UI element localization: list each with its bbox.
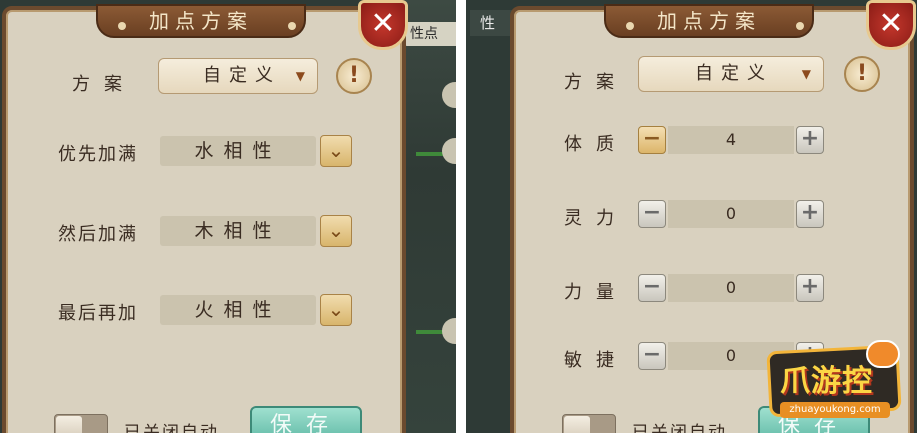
- auto-label: 已关闭自动: [124, 423, 219, 433]
- ornament-dot: [626, 22, 634, 30]
- close-button[interactable]: ✕: [358, 0, 408, 50]
- stat-value: 0: [668, 274, 794, 302]
- triangle-down-icon: ▼: [295, 69, 305, 83]
- stat-label: 敏捷: [564, 350, 628, 371]
- triangle-down-icon: ▼: [801, 67, 811, 81]
- stat-label: 灵力: [564, 208, 628, 229]
- minus-button[interactable]: −: [638, 126, 666, 154]
- exclamation-icon: !: [856, 61, 868, 86]
- dialog-title: 加点方案: [657, 9, 761, 33]
- watermark-logo: 爪游控 zhuayoukong.com: [758, 340, 908, 428]
- background-tab: 性: [470, 10, 514, 36]
- scheme-value: 自定义: [203, 65, 281, 86]
- scheme-value: 自定义: [695, 63, 773, 84]
- toggle-knob: [564, 416, 590, 433]
- scheme-label: 方案: [72, 74, 136, 95]
- toggle-knob: [56, 416, 82, 433]
- dialog-title-bar: 加点方案: [96, 4, 306, 38]
- stat-value: 0: [668, 200, 794, 228]
- logo-domain: zhuayoukong.com: [780, 402, 890, 418]
- close-icon: ✕: [878, 6, 904, 41]
- logo-text: 爪游控: [780, 364, 873, 399]
- auto-toggle[interactable]: [54, 414, 108, 433]
- info-button[interactable]: !: [336, 58, 372, 94]
- stat-value: 4: [668, 126, 794, 154]
- plus-button[interactable]: +: [796, 200, 824, 228]
- close-icon: ✕: [370, 6, 396, 41]
- left-screenshot: 性点 加点方案 ✕ 方案 自定义 ▼ ! 优先加满 水相性 ⌄ 然后加满 木相性…: [0, 0, 456, 433]
- plus-button[interactable]: +: [796, 274, 824, 302]
- ornament-dot: [118, 22, 126, 30]
- plus-button[interactable]: +: [796, 126, 824, 154]
- ornament-dot: [288, 22, 296, 30]
- scheme-dropdown[interactable]: 自定义 ▼: [158, 58, 318, 94]
- background-area: [400, 0, 456, 433]
- scheme-dropdown[interactable]: 自定义 ▼: [638, 56, 824, 92]
- scheme-label: 方案: [564, 72, 628, 93]
- auto-label: 已关闭自动: [632, 423, 727, 433]
- priority-select[interactable]: 木相性: [160, 216, 316, 246]
- minus-button[interactable]: −: [638, 200, 666, 228]
- auto-toggle[interactable]: [562, 414, 616, 433]
- row-label: 然后加满: [58, 224, 138, 245]
- dialog-title-bar: 加点方案: [604, 4, 814, 38]
- exclamation-icon: !: [348, 63, 360, 88]
- minus-button[interactable]: −: [638, 274, 666, 302]
- ornament-dot: [796, 22, 804, 30]
- chevron-down-icon[interactable]: ⌄: [320, 135, 352, 167]
- add-point-dialog: 加点方案 ✕ 方案 自定义 ▼ ! 优先加满 水相性 ⌄ 然后加满 木相性 ⌄ …: [2, 0, 408, 433]
- row-label: 优先加满: [58, 144, 138, 165]
- minus-button[interactable]: −: [638, 342, 666, 370]
- chevron-down-icon[interactable]: ⌄: [320, 294, 352, 326]
- close-button[interactable]: ✕: [866, 0, 916, 50]
- stat-label: 体质: [564, 134, 628, 155]
- info-button[interactable]: !: [844, 56, 880, 92]
- save-button[interactable]: 保存: [250, 406, 362, 433]
- dialog-title: 加点方案: [149, 9, 253, 33]
- priority-select[interactable]: 火相性: [160, 295, 316, 325]
- stat-label: 力量: [564, 282, 628, 303]
- background-tab: 性点: [404, 22, 456, 46]
- row-label: 最后再加: [58, 303, 138, 324]
- priority-select[interactable]: 水相性: [160, 136, 316, 166]
- chevron-down-icon[interactable]: ⌄: [320, 215, 352, 247]
